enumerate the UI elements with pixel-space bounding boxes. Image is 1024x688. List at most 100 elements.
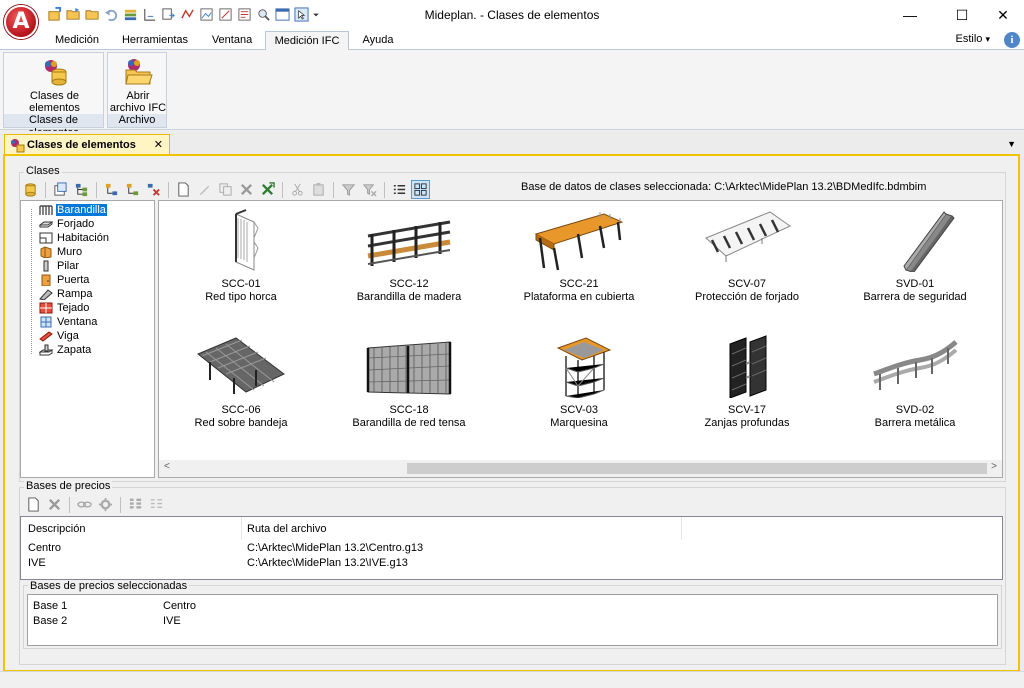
card-code: SCC-01 bbox=[221, 278, 261, 290]
ribbon-group-label: Clases de elementos bbox=[4, 114, 103, 139]
list-view-icon[interactable] bbox=[390, 180, 409, 199]
tree-item-rampa[interactable]: Rampa bbox=[39, 287, 93, 301]
settings-icon[interactable] bbox=[96, 495, 115, 514]
clases-button-label-2: elementos bbox=[29, 102, 80, 114]
gallery-card[interactable]: SCV-03 Marquesina bbox=[495, 334, 663, 430]
clases-de-elementos-button[interactable]: Clases de elementos bbox=[4, 56, 105, 114]
table-cell-path[interactable]: C:\Arktec\MidePlan 13.2\Centro.g13 bbox=[247, 542, 423, 554]
class-tree[interactable]: Barandilla Forjado Habitación Muro Pilar… bbox=[20, 200, 155, 478]
paste-icon[interactable] bbox=[309, 180, 328, 199]
clases-button-label-1: Clases de bbox=[30, 90, 79, 102]
card-code: SVD-02 bbox=[895, 404, 935, 416]
cut-icon[interactable] bbox=[288, 180, 307, 199]
card-name: Protección de forjado bbox=[695, 291, 799, 303]
document-tab[interactable]: Clases de elementos ✕ bbox=[4, 134, 170, 155]
tree-item-barandilla[interactable]: Barandilla bbox=[39, 203, 107, 217]
table-cell-value[interactable]: Centro bbox=[163, 600, 196, 612]
close-icon[interactable]: ✕ bbox=[980, 0, 1024, 30]
database-icon[interactable] bbox=[21, 180, 40, 199]
scroll-right-icon[interactable]: > bbox=[991, 461, 997, 472]
close-tab-icon[interactable]: ✕ bbox=[154, 138, 163, 151]
ribbon-group-archivo: Abrir archivo IFC Archivo bbox=[107, 52, 167, 128]
card-code: SCC-18 bbox=[389, 404, 429, 416]
column-icon bbox=[43, 260, 49, 272]
tree-item-label: Ventana bbox=[57, 316, 98, 328]
delete-icon[interactable] bbox=[45, 495, 64, 514]
tree-item-pilar[interactable]: Pilar bbox=[39, 259, 80, 273]
tab-herramientas[interactable]: Herramientas bbox=[115, 31, 195, 50]
tree-item-tejado[interactable]: Tejado bbox=[39, 301, 90, 315]
minimize-icon[interactable]: — bbox=[887, 0, 933, 30]
gallery-card[interactable]: SCC-12 Barandilla de madera bbox=[325, 208, 493, 304]
tree-item-zapata[interactable]: Zapata bbox=[39, 343, 92, 357]
ribbon-tab-bar: Medición Herramientas Ventana Medición I… bbox=[0, 31, 1024, 51]
net-horca-icon bbox=[235, 209, 259, 271]
column-separator bbox=[681, 517, 682, 540]
deselect-all-icon[interactable] bbox=[147, 495, 166, 514]
table-cell-desc[interactable]: Centro bbox=[28, 542, 61, 554]
abrir-archivo-ifc-button[interactable]: Abrir archivo IFC bbox=[108, 56, 168, 114]
gallery-card[interactable]: SCV-17 Zanjas profundas bbox=[663, 334, 831, 430]
class-gallery[interactable]: SCC-01 Red tipo horca SCC-12 Barandilla … bbox=[158, 200, 1003, 478]
style-menu[interactable]: Estilo ▾ bbox=[956, 33, 991, 45]
clear-filter-icon[interactable] bbox=[360, 180, 379, 199]
maximize-icon[interactable]: ☐ bbox=[939, 0, 985, 30]
properties-icon[interactable] bbox=[51, 180, 70, 199]
new-document-icon[interactable] bbox=[24, 495, 43, 514]
door-icon bbox=[41, 274, 51, 286]
tab-list-dropdown-icon[interactable]: ▼ bbox=[1007, 139, 1016, 149]
toolbar-separator bbox=[69, 496, 70, 513]
tree-item-viga[interactable]: Viga bbox=[39, 329, 80, 343]
tree-item-label: Forjado bbox=[57, 218, 95, 230]
tree-item-forjado[interactable]: Forjado bbox=[39, 217, 95, 231]
gallery-card[interactable]: SVD-02 Barrera metálica bbox=[831, 334, 999, 430]
add-node-icon[interactable] bbox=[102, 180, 121, 199]
gallery-card[interactable]: SCC-01 Red tipo horca bbox=[159, 208, 325, 304]
column-header-descripcion[interactable]: Descripción bbox=[28, 523, 85, 535]
gallery-card[interactable]: SCC-21 Plataforma en cubierta bbox=[495, 208, 663, 304]
add-child-icon[interactable] bbox=[123, 180, 142, 199]
table-cell-name[interactable]: Base 1 bbox=[33, 600, 67, 612]
card-code: SCV-17 bbox=[728, 404, 766, 416]
excel-export-icon[interactable] bbox=[258, 180, 277, 199]
delete-node-icon[interactable] bbox=[144, 180, 163, 199]
new-document-icon[interactable] bbox=[174, 180, 193, 199]
gallery-card[interactable]: SCC-06 Red sobre bandeja bbox=[159, 334, 325, 430]
app-logo[interactable]: A bbox=[4, 5, 38, 39]
gallery-card[interactable]: SCV-07 Protección de forjado bbox=[663, 208, 831, 304]
gallery-card[interactable]: SCC-18 Barandilla de red tensa bbox=[325, 334, 493, 430]
tree-structure-icon[interactable] bbox=[72, 180, 91, 199]
copy-icon[interactable] bbox=[216, 180, 235, 199]
tree-item-muro[interactable]: Muro bbox=[39, 245, 83, 259]
gallery-card[interactable]: SVD-01 Barrera de seguridad bbox=[831, 208, 999, 304]
select-all-icon[interactable] bbox=[126, 495, 145, 514]
tab-ayuda[interactable]: Ayuda bbox=[356, 31, 400, 50]
horizontal-scrollbar[interactable]: < > bbox=[159, 460, 1002, 477]
table-cell-desc[interactable]: IVE bbox=[28, 557, 46, 569]
grid-view-icon[interactable] bbox=[411, 180, 430, 199]
wood-railing-icon bbox=[367, 220, 451, 266]
tree-item-ventana[interactable]: Ventana bbox=[39, 315, 98, 329]
tab-medicion[interactable]: Medición bbox=[47, 31, 107, 50]
table-cell-value[interactable]: IVE bbox=[163, 615, 181, 627]
toolbar-separator bbox=[120, 496, 121, 513]
tab-ventana[interactable]: Ventana bbox=[205, 31, 259, 50]
card-name: Zanjas profundas bbox=[704, 417, 790, 429]
prices-table[interactable]: Descripción Ruta del archivo Centro C:\A… bbox=[20, 516, 1003, 580]
filter-icon[interactable] bbox=[339, 180, 358, 199]
tree-item-label: Habitación bbox=[57, 232, 109, 244]
delete-icon[interactable] bbox=[237, 180, 256, 199]
tree-item-puerta[interactable]: Puerta bbox=[39, 273, 90, 287]
card-name: Barrera metálica bbox=[874, 417, 956, 429]
info-icon[interactable]: i bbox=[1004, 32, 1020, 48]
edit-icon[interactable] bbox=[195, 180, 214, 199]
tab-medicion-ifc[interactable]: Medición IFC bbox=[265, 31, 349, 51]
selected-prices-table[interactable]: Base 1 Centro Base 2 IVE bbox=[27, 594, 998, 646]
link-icon[interactable] bbox=[75, 495, 94, 514]
scroll-left-icon[interactable]: < bbox=[164, 461, 170, 472]
table-cell-name[interactable]: Base 2 bbox=[33, 615, 67, 627]
scrollbar-thumb[interactable] bbox=[407, 463, 987, 474]
column-header-ruta[interactable]: Ruta del archivo bbox=[247, 523, 327, 535]
tree-item-habitacion[interactable]: Habitación bbox=[39, 231, 110, 245]
table-cell-path[interactable]: C:\Arktec\MidePlan 13.2\IVE.g13 bbox=[247, 557, 408, 569]
